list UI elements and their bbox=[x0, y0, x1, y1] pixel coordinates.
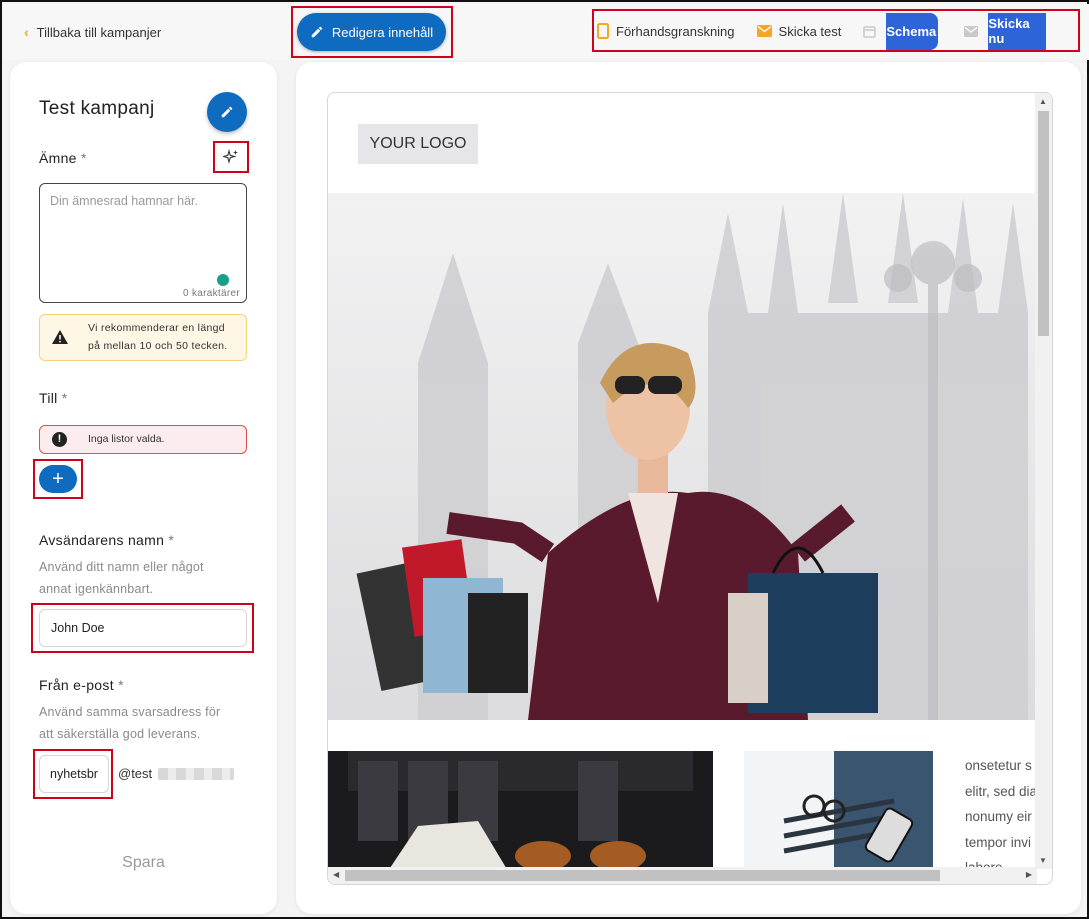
hero-image bbox=[328, 193, 1035, 720]
clothing-store-image bbox=[328, 751, 713, 871]
edit-title-button[interactable] bbox=[207, 92, 247, 132]
error-text: Inga listor valda. bbox=[88, 433, 165, 445]
scroll-down-icon[interactable]: ▼ bbox=[1039, 856, 1047, 865]
back-to-campaigns-link[interactable]: ‹ Tillbaka till kampanjer bbox=[24, 24, 161, 40]
app-frame: ‹ Tillbaka till kampanjer Redigera inneh… bbox=[0, 0, 1089, 919]
subject-input[interactable]: Din ämnesrad hamnar här. 0 karaktärer bbox=[39, 183, 247, 303]
highlight-box bbox=[592, 9, 1080, 52]
campaign-settings-panel: Test kampanj Ämne * Din ämnesrad hamnar … bbox=[10, 62, 277, 914]
horizontal-scrollbar[interactable]: ◀ ▶ bbox=[328, 867, 1037, 884]
subject-placeholder: Din ämnesrad hamnar här. bbox=[50, 194, 198, 208]
warning-line-2: på mellan 10 och 50 tecken. bbox=[88, 340, 228, 352]
scroll-right-icon[interactable]: ▶ bbox=[1026, 870, 1032, 879]
highlight-box bbox=[213, 141, 249, 173]
error-icon: ! bbox=[52, 432, 67, 447]
warning-icon bbox=[52, 330, 68, 344]
redacted-domain bbox=[158, 767, 235, 780]
campaign-title: Test kampanj bbox=[39, 98, 155, 119]
from-email-help: Använd samma svarsadress för att säkerst… bbox=[39, 705, 221, 741]
highlight-box bbox=[291, 6, 453, 58]
no-lists-error: ! Inga listor valda. bbox=[39, 425, 247, 454]
scrollbar-thumb[interactable] bbox=[1038, 111, 1049, 336]
scroll-up-icon[interactable]: ▲ bbox=[1039, 97, 1047, 106]
status-dot bbox=[217, 274, 229, 286]
highlight-box bbox=[33, 749, 113, 799]
email-domain: @test bbox=[118, 766, 235, 781]
scrollbar-thumb[interactable] bbox=[345, 870, 940, 881]
character-counter: 0 karaktärer bbox=[183, 288, 240, 299]
email-preview-panel: YOUR LOGO onsetetur s elitr, sed dia non… bbox=[296, 62, 1081, 914]
subject-length-warning: Vi rekommenderar en längd på mellan 10 o… bbox=[39, 314, 247, 361]
highlight-box bbox=[33, 459, 83, 499]
domain-text: @test bbox=[118, 766, 153, 781]
to-label: Till * bbox=[39, 390, 68, 406]
highlight-box bbox=[31, 603, 254, 653]
chevron-left-icon: ‹ bbox=[24, 24, 29, 40]
sender-name-help: Använd ditt namn eller något annat igenk… bbox=[39, 560, 204, 596]
subject-label: Ämne * bbox=[39, 150, 87, 166]
fashion-flatlay-image bbox=[744, 751, 933, 871]
save-button[interactable]: Spara bbox=[10, 854, 277, 872]
back-link-label: Tillbaka till kampanjer bbox=[36, 24, 162, 40]
vertical-scrollbar[interactable]: ▲ ▼ bbox=[1035, 93, 1052, 869]
pencil-icon bbox=[221, 106, 233, 118]
email-preview-frame: YOUR LOGO onsetetur s elitr, sed dia non… bbox=[327, 92, 1053, 885]
sender-name-label: Avsändarens namn * bbox=[39, 532, 175, 548]
scroll-left-icon[interactable]: ◀ bbox=[333, 870, 339, 879]
warning-line-1: Vi rekommenderar en längd bbox=[88, 322, 225, 334]
preview-body-text: onsetetur s elitr, sed dia nonumy eir te… bbox=[965, 758, 1037, 875]
logo-placeholder: YOUR LOGO bbox=[358, 124, 478, 164]
from-email-label: Från e-post * bbox=[39, 677, 124, 693]
